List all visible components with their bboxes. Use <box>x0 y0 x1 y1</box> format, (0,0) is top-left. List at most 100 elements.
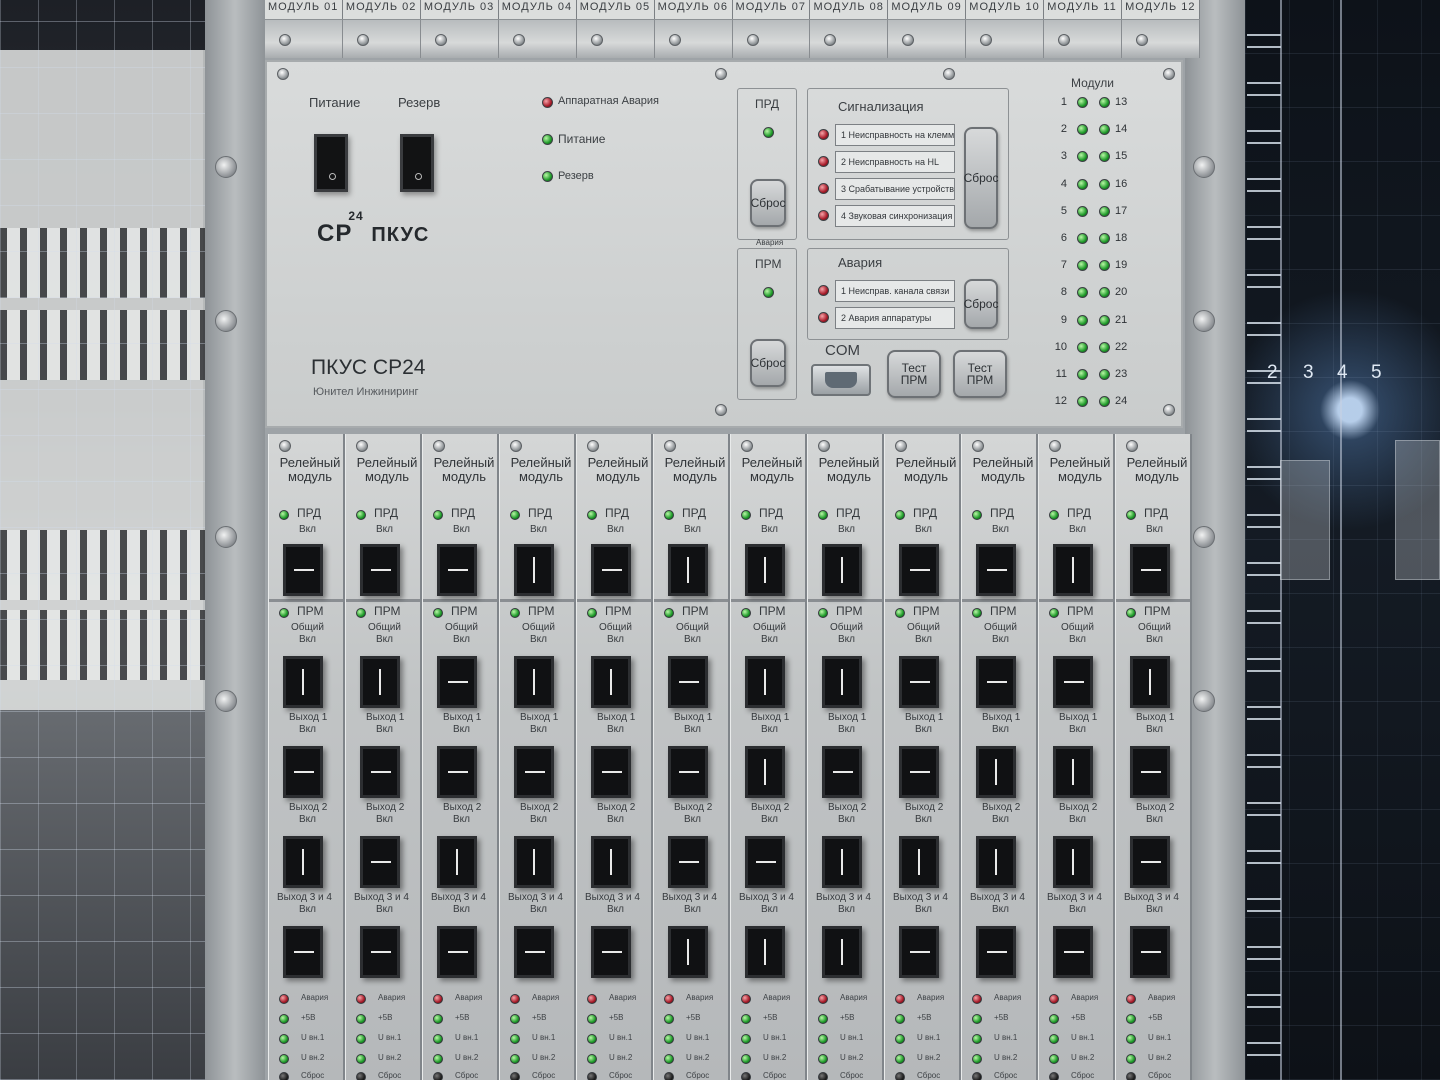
rocker-switch[interactable] <box>360 746 400 798</box>
module-number-right: 15 <box>1115 150 1128 163</box>
prd-on-label: Вкл <box>376 524 393 535</box>
rocker-switch[interactable] <box>437 656 477 708</box>
alarm-led <box>279 994 289 1004</box>
rocker-switch[interactable] <box>1053 544 1093 596</box>
rocker-switch[interactable] <box>1130 836 1170 888</box>
rocker-switch[interactable] <box>283 926 323 978</box>
rack-mount-hole <box>1193 526 1215 548</box>
rocker-switch[interactable] <box>668 926 708 978</box>
rocker-switch[interactable] <box>745 926 785 978</box>
rocker-switch[interactable] <box>976 656 1016 708</box>
rocker-switch[interactable] <box>514 926 554 978</box>
rocker-switch[interactable] <box>591 926 631 978</box>
rocker-switch[interactable] <box>745 656 785 708</box>
rocker-switch[interactable] <box>283 836 323 888</box>
relay-module-title-line2: модуль <box>1134 469 1180 484</box>
reset-button[interactable] <box>279 1072 289 1080</box>
rocker-switch[interactable] <box>899 746 939 798</box>
prd-reset-button[interactable]: Сброс <box>750 179 786 227</box>
reset-button[interactable] <box>741 1072 751 1080</box>
rocker-switch[interactable] <box>360 926 400 978</box>
rocker-switch[interactable] <box>591 656 631 708</box>
rocker-switch[interactable] <box>1130 544 1170 596</box>
power-switch[interactable] <box>314 134 348 192</box>
rocker-switch[interactable] <box>822 656 862 708</box>
uin2-led <box>279 1054 289 1064</box>
reset-button[interactable] <box>895 1072 905 1080</box>
reset-button[interactable] <box>510 1072 520 1080</box>
rocker-switch[interactable] <box>1130 926 1170 978</box>
rocker-switch[interactable] <box>745 746 785 798</box>
rocker-switch[interactable] <box>437 544 477 596</box>
uin2-led <box>741 1054 751 1064</box>
rocker-switch[interactable] <box>283 656 323 708</box>
out2-label: Выход 2 <box>597 802 636 813</box>
reset-button[interactable] <box>972 1072 982 1080</box>
rocker-switch[interactable] <box>437 836 477 888</box>
alarm-label: Авария <box>763 993 791 1002</box>
alarm-reset-button[interactable]: Сброс <box>964 279 998 329</box>
prd-on-label: Вкл <box>915 524 932 535</box>
rocker-switch[interactable] <box>822 544 862 596</box>
rocker-switch[interactable] <box>976 926 1016 978</box>
rocker-switch[interactable] <box>514 544 554 596</box>
rocker-switch[interactable] <box>976 544 1016 596</box>
rocker-switch[interactable] <box>360 656 400 708</box>
rocker-switch[interactable] <box>976 836 1016 888</box>
com-port[interactable] <box>811 364 871 396</box>
test-prm-button-2[interactable]: Тест ПРМ <box>953 350 1007 398</box>
module-number-right: 19 <box>1115 259 1128 272</box>
reset-button[interactable] <box>664 1072 674 1080</box>
rocker-switch[interactable] <box>360 836 400 888</box>
reserve-switch[interactable] <box>400 134 434 192</box>
rocker-switch[interactable] <box>668 746 708 798</box>
uin1-label: U вн.1 <box>301 1033 325 1042</box>
rocker-switch[interactable] <box>899 544 939 596</box>
relay-module: Релейный модуль ПРД Вкл ПРМ Общий Вкл Выход 1 Вк… <box>730 434 807 1080</box>
reset-button[interactable] <box>1049 1072 1059 1080</box>
common-label: Общий <box>984 622 1017 633</box>
rocker-switch[interactable] <box>437 746 477 798</box>
rocker-switch[interactable] <box>822 746 862 798</box>
rocker-switch[interactable] <box>899 926 939 978</box>
rocker-switch[interactable] <box>976 746 1016 798</box>
rocker-switch[interactable] <box>822 926 862 978</box>
rocker-switch[interactable] <box>668 836 708 888</box>
reset-button[interactable] <box>1126 1072 1136 1080</box>
rocker-switch[interactable] <box>1130 746 1170 798</box>
signal-reset-button[interactable]: Сброс <box>964 127 998 229</box>
test-prm-button-1[interactable]: Тест ПРМ <box>887 350 941 398</box>
common-label: Общий <box>522 622 555 633</box>
rocker-switch[interactable] <box>745 836 785 888</box>
rocker-switch[interactable] <box>437 926 477 978</box>
rocker-switch[interactable] <box>668 656 708 708</box>
prm-reset-button[interactable]: Сброс <box>750 339 786 387</box>
uin2-led <box>972 1054 982 1064</box>
rocker-switch[interactable] <box>1053 926 1093 978</box>
rocker-switch[interactable] <box>514 656 554 708</box>
reset-button[interactable] <box>356 1072 366 1080</box>
rocker-switch[interactable] <box>745 544 785 596</box>
rocker-switch[interactable] <box>899 656 939 708</box>
reset-button[interactable] <box>433 1072 443 1080</box>
rocker-switch[interactable] <box>668 544 708 596</box>
rocker-switch[interactable] <box>1053 656 1093 708</box>
signal-led-4 <box>818 210 829 221</box>
rocker-switch[interactable] <box>1130 656 1170 708</box>
rocker-switch[interactable] <box>591 544 631 596</box>
rocker-switch[interactable] <box>899 836 939 888</box>
control-panel: Питание Резерв СР24 ПКУС ПКУС СР24 Юните… <box>265 60 1183 428</box>
rocker-switch[interactable] <box>514 746 554 798</box>
relay-module-title-line2: модуль <box>903 469 949 484</box>
rocker-switch[interactable] <box>514 836 554 888</box>
rocker-switch[interactable] <box>283 746 323 798</box>
reset-button[interactable] <box>818 1072 828 1080</box>
rocker-switch[interactable] <box>360 544 400 596</box>
rocker-switch[interactable] <box>591 746 631 798</box>
rocker-switch[interactable] <box>591 836 631 888</box>
rocker-switch[interactable] <box>1053 746 1093 798</box>
rocker-switch[interactable] <box>822 836 862 888</box>
reset-button[interactable] <box>587 1072 597 1080</box>
rocker-switch[interactable] <box>283 544 323 596</box>
rocker-switch[interactable] <box>1053 836 1093 888</box>
